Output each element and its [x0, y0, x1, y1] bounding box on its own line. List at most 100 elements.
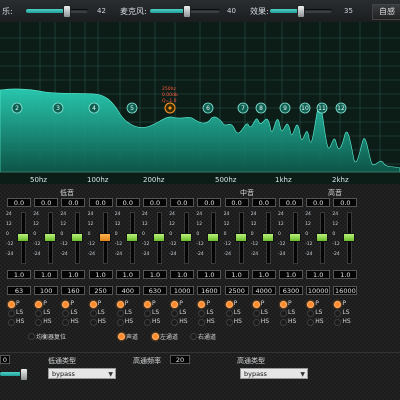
q-input[interactable]: 1.0: [333, 270, 358, 279]
q-input[interactable]: 1.0: [88, 270, 113, 279]
filter-low-shelf-radio[interactable]: [35, 310, 43, 317]
freq-input[interactable]: 1000: [170, 286, 195, 295]
filter-high-shelf-radio[interactable]: [252, 319, 260, 326]
music-volume-knob[interactable]: [63, 5, 71, 18]
filter-low-shelf-radio[interactable]: [8, 310, 15, 317]
q-input[interactable]: 1.0: [251, 270, 276, 279]
gain-input[interactable]: 0.0: [306, 198, 331, 207]
freq-input[interactable]: 160: [61, 286, 86, 295]
freq-input[interactable]: 10000: [306, 286, 331, 295]
filter-peak-radio[interactable]: [198, 301, 206, 308]
eq-reset-checkbox[interactable]: [28, 333, 35, 340]
freq-input[interactable]: 63: [7, 286, 31, 295]
q-input[interactable]: 1.0: [306, 270, 331, 279]
eq-spectrum-display[interactable]: 50hz 100hz 200hz 500hz 1khz 2khz 2 3 4 5…: [0, 22, 400, 184]
filter-low-shelf-radio[interactable]: [334, 310, 342, 317]
filter-high-shelf-radio[interactable]: [334, 319, 342, 326]
gain-slider-knob[interactable]: [234, 233, 247, 242]
highpass-freq-input[interactable]: 20: [170, 355, 190, 364]
filter-high-shelf-radio[interactable]: [198, 319, 206, 326]
effect-volume-knob[interactable]: [297, 5, 305, 18]
filter-peak-radio[interactable]: [116, 301, 124, 308]
filter-low-shelf-radio[interactable]: [144, 310, 151, 317]
freq-input[interactable]: 630: [143, 286, 167, 295]
q-input[interactable]: 1.0: [224, 270, 249, 279]
filter-low-shelf-radio[interactable]: [280, 310, 287, 317]
gain-input[interactable]: 0.0: [143, 198, 167, 207]
filter-high-shelf-radio[interactable]: [225, 319, 233, 326]
filter-low-shelf-radio[interactable]: [171, 310, 179, 317]
freq-input[interactable]: 250: [88, 286, 113, 295]
gain-slider-knob[interactable]: [316, 233, 329, 242]
freq-input[interactable]: 400: [115, 286, 140, 295]
filter-low-shelf-radio[interactable]: [307, 310, 315, 317]
filter-peak-radio[interactable]: [280, 301, 287, 308]
filter-high-shelf-radio[interactable]: [307, 319, 315, 326]
filter-peak-radio[interactable]: [8, 301, 15, 308]
filter-peak-radio[interactable]: [89, 301, 97, 308]
filter-peak-radio[interactable]: [252, 301, 260, 308]
gain-slider-knob[interactable]: [207, 233, 220, 242]
gain-input[interactable]: 0.0: [7, 198, 31, 207]
freq-input[interactable]: 4000: [251, 286, 276, 295]
gain-slider-knob[interactable]: [180, 233, 193, 242]
filter-peak-radio[interactable]: [144, 301, 151, 308]
gain-slider-knob[interactable]: [289, 233, 301, 242]
q-input[interactable]: 1.0: [61, 270, 86, 279]
mic-volume-knob[interactable]: [183, 5, 191, 18]
filter-high-shelf-radio[interactable]: [171, 319, 179, 326]
filter-high-shelf-radio[interactable]: [89, 319, 97, 326]
gain-slider-knob[interactable]: [98, 233, 111, 242]
value-input-left[interactable]: 0: [0, 355, 10, 364]
gain-input[interactable]: 0.0: [88, 198, 113, 207]
gain-input[interactable]: 0.0: [34, 198, 59, 207]
filter-high-shelf-radio[interactable]: [35, 319, 43, 326]
gain-slider-knob[interactable]: [343, 233, 356, 242]
q-input[interactable]: 1.0: [170, 270, 195, 279]
auto-button[interactable]: 自感: [372, 4, 400, 20]
freq-input[interactable]: 2500: [224, 286, 249, 295]
gain-input[interactable]: 0.0: [224, 198, 249, 207]
filter-low-shelf-radio[interactable]: [62, 310, 70, 317]
q-input[interactable]: 1.0: [34, 270, 59, 279]
gain-input[interactable]: 0.0: [333, 198, 358, 207]
gain-slider-knob[interactable]: [125, 233, 138, 242]
filter-high-shelf-radio[interactable]: [62, 319, 70, 326]
sound-channel-radio[interactable]: [118, 333, 125, 340]
filter-high-shelf-radio[interactable]: [280, 319, 287, 326]
gain-slider-knob[interactable]: [17, 233, 29, 242]
freq-input[interactable]: 6300: [279, 286, 303, 295]
filter-peak-radio[interactable]: [62, 301, 70, 308]
freq-input[interactable]: 100: [34, 286, 59, 295]
gain-slider-knob[interactable]: [261, 233, 274, 242]
filter-high-shelf-radio[interactable]: [8, 319, 15, 326]
q-input[interactable]: 1.0: [197, 270, 222, 279]
music-volume-slider[interactable]: [26, 9, 88, 13]
gain-slider-knob[interactable]: [44, 233, 57, 242]
gain-input[interactable]: 0.0: [197, 198, 222, 207]
filter-low-shelf-radio[interactable]: [225, 310, 233, 317]
filter-peak-radio[interactable]: [225, 301, 233, 308]
lowpass-type-select[interactable]: bypass ▼: [48, 368, 116, 379]
filter-low-shelf-radio[interactable]: [116, 310, 124, 317]
filter-peak-radio[interactable]: [171, 301, 179, 308]
filter-peak-radio[interactable]: [334, 301, 342, 308]
gain-input[interactable]: 0.0: [115, 198, 140, 207]
gain-slider-knob[interactable]: [71, 233, 84, 242]
bottom-left-knob[interactable]: [20, 368, 28, 381]
filter-high-shelf-radio[interactable]: [116, 319, 124, 326]
filter-low-shelf-radio[interactable]: [198, 310, 206, 317]
right-channel-radio[interactable]: [190, 333, 197, 340]
filter-high-shelf-radio[interactable]: [144, 319, 151, 326]
filter-peak-radio[interactable]: [35, 301, 43, 308]
q-input[interactable]: 1.0: [7, 270, 31, 279]
gain-input[interactable]: 0.0: [251, 198, 276, 207]
gain-input[interactable]: 0.0: [170, 198, 195, 207]
freq-input[interactable]: 16000: [333, 286, 358, 295]
gain-slider-knob[interactable]: [153, 233, 165, 242]
filter-peak-radio[interactable]: [307, 301, 315, 308]
q-input[interactable]: 1.0: [279, 270, 303, 279]
highpass-type-select[interactable]: bypass ▼: [240, 368, 308, 379]
q-input[interactable]: 1.0: [115, 270, 140, 279]
filter-low-shelf-radio[interactable]: [252, 310, 260, 317]
